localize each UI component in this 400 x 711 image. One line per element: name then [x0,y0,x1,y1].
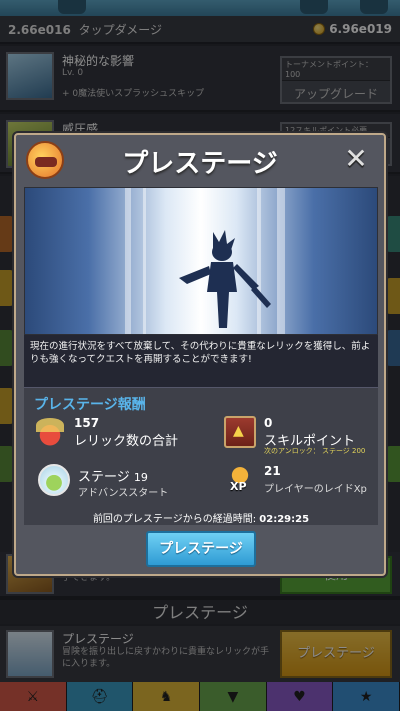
rewards-panel: プレステージ報酬 157 レリック数の合計 0 スキルポイント 次のアンロック：… [24,387,378,525]
hero-silhouette-icon [179,230,271,328]
stage-text: ステージ [78,470,130,485]
stage-icon [38,464,70,496]
hero-illustration [24,187,378,335]
elapsed-time: 前回のプレステージからの経過時間: 02:29:25 [24,510,378,525]
skill-book-icon [224,416,256,448]
prestige-confirm-button[interactable]: プレステージ [146,531,256,567]
elapsed-value: 02:29:25 [259,514,310,525]
dialog-title: プレステージ [122,149,278,179]
prestige-description: 現在の進行状況をすべて放棄して、その代わりに貴重なレリックを獲得し、前よりも強く… [24,335,378,387]
xp-icon [224,464,256,496]
stage-value: 19 [133,471,148,484]
rewards-title: プレステージ報酬 [34,397,146,413]
relic-icon [34,416,66,448]
prestige-dialog: プレステージ ✕ 現在の進行状況をすべて放棄して、その代わりに貴重なレリックを獲… [14,133,386,576]
skill-points-unlock: 次のアンロック： ステージ 200 [264,447,366,455]
close-icon[interactable]: ✕ [342,145,370,173]
stage-subtitle: アドバンススタート [78,488,169,499]
relics-label: レリック数の合計 [74,434,179,449]
stage-label: ステージ 19 [78,466,148,485]
elapsed-label: 前回のプレステージからの経過時間: [92,514,257,525]
raid-xp-value: 21 [264,464,281,478]
relics-value: 157 [74,416,100,430]
raid-xp-label: プレイヤーのレイドXp [264,484,367,495]
dialog-header: プレステージ ✕ [16,135,384,187]
skill-points-value: 0 [264,416,273,430]
